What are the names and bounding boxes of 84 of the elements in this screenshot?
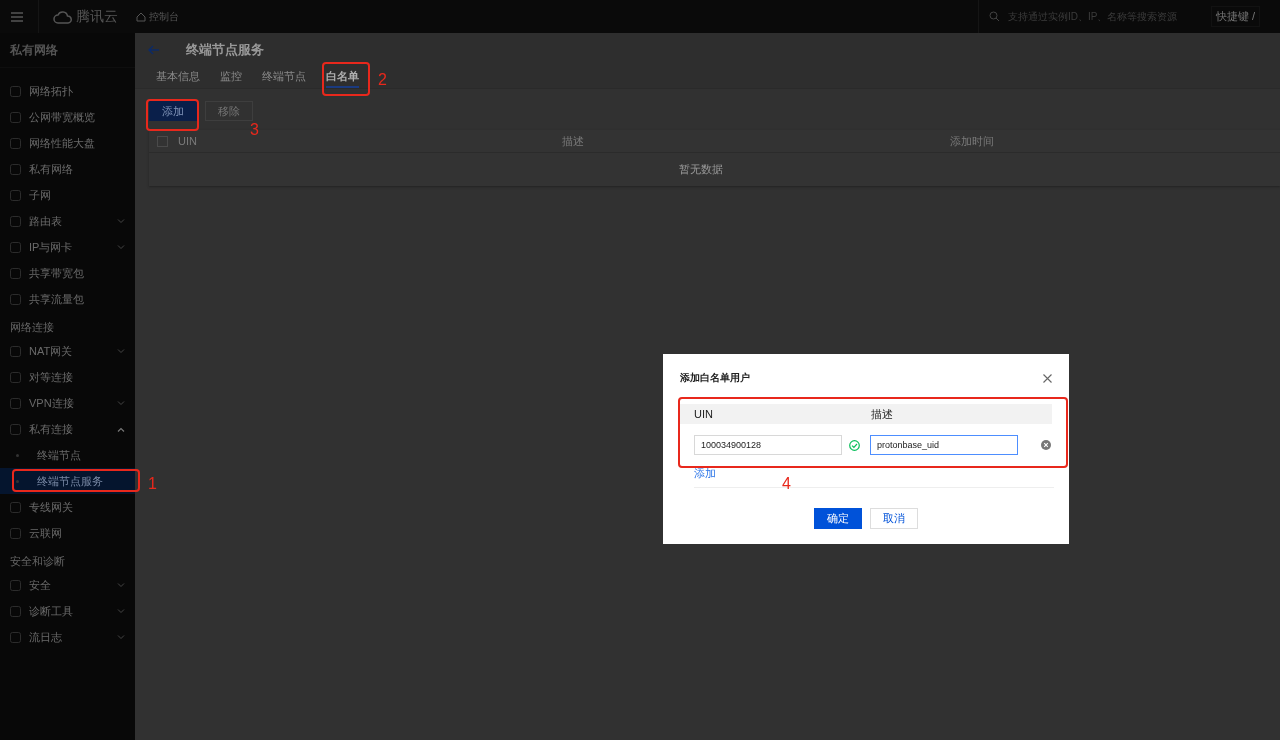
chevron-down-icon[interactable] [117,218,125,224]
chevron-down-icon[interactable] [117,348,125,354]
sidebar-item[interactable]: VPN连接 [0,390,135,416]
sidebar-item[interactable]: 专线网关 [0,494,135,520]
square-icon [10,605,21,617]
chevron-down-icon[interactable] [117,634,125,640]
chevron-down-icon[interactable] [117,582,125,588]
bullet-icon [16,479,19,483]
cloud-icon [53,9,73,24]
logo-text: 腾讯云 [76,7,118,26]
highlight-frame [146,99,199,131]
chevron-down-icon[interactable] [117,608,125,614]
sidebar-subitem[interactable]: 终端节点 [0,442,135,468]
sidebar-item[interactable]: 安全 [0,572,135,598]
square-icon [10,137,21,149]
column-header: UIN [178,135,197,147]
shortcut-hint: 快捷键 / [1210,6,1260,27]
sidebar-item[interactable]: 私有网络 [0,156,135,182]
dialog-title: 添加白名单用户 [680,371,750,385]
menu-icon[interactable] [10,10,24,23]
sidebar-item[interactable]: NAT网关 [0,338,135,364]
column-header: 描述 [562,133,585,149]
uin-field[interactable]: 100034900128 [694,435,842,455]
remove-button[interactable]: 移除 [205,101,253,121]
sidebar-item[interactable]: 共享带宽包 [0,260,135,286]
square-icon [10,345,21,357]
close-icon[interactable] [1043,373,1052,383]
square-icon [10,631,21,643]
square-icon [10,527,21,539]
chevron-down-icon[interactable] [117,400,125,406]
sidebar-item[interactable]: 共享流量包 [0,286,135,312]
add-button[interactable]: 添加 [149,101,197,121]
chevron-up-icon[interactable] [117,426,125,432]
sidebar-item[interactable]: 公网带宽概览 [0,104,135,130]
add-link[interactable]: 添加 [680,466,716,481]
page-title: 终端节点服务 [186,40,264,59]
sidebar-item[interactable]: 云联网 [0,520,135,546]
back-arrow-icon[interactable] [148,44,160,55]
description-field[interactable]: protonbase_uid [870,435,1018,455]
highlight-frame [322,62,370,96]
step-number: 4 [782,476,791,492]
sidebar-item[interactable]: 对等连接 [0,364,135,390]
cancel-button[interactable]: 取消 [870,508,918,529]
sidebar-item[interactable]: 流日志 [0,624,135,650]
section-label: 安全和诊断 [9,554,66,569]
column-header: UIN [694,408,714,420]
step-number: 2 [378,72,387,88]
confirm-button[interactable]: 确定 [814,508,862,529]
tab[interactable]: 监控 [220,66,242,88]
column-header: 添加时间 [950,133,995,149]
section-label: 网络连接 [9,320,55,335]
square-icon [10,293,21,305]
sidebar-item[interactable]: IP与网卡 [0,234,135,260]
search-icon [988,11,1000,22]
square-icon [10,189,21,201]
square-icon [10,501,21,513]
square-icon [10,111,21,123]
sidebar-item[interactable]: 网络拓扑 [0,78,135,104]
square-icon [10,267,21,279]
home-icon [136,11,146,22]
square-icon [10,85,21,97]
square-icon [10,423,21,435]
square-icon [10,241,21,253]
square-icon [10,579,21,591]
step-number: 3 [250,122,259,138]
square-icon [10,397,21,409]
bullet-icon [16,453,19,457]
tab[interactable]: 终端节点 [262,66,306,88]
empty-message: 暂无数据 [677,162,724,177]
step-number: 1 [148,476,157,492]
tab[interactable]: 基本信息 [156,66,200,88]
square-icon [10,215,21,227]
sidebar-item[interactable]: 诊断工具 [0,598,135,624]
remove-circle-icon[interactable] [1041,440,1051,450]
sidebar-item[interactable]: 私有连接 [0,416,135,442]
console-link[interactable]: 控制台 [136,9,179,24]
sidebar-item[interactable]: 子网 [0,182,135,208]
chevron-down-icon[interactable] [117,244,125,250]
square-icon [10,163,21,175]
sidebar-item[interactable]: 路由表 [0,208,135,234]
sidebar-item[interactable]: 网络性能大盘 [0,130,135,156]
tab[interactable]: 白名单 [326,66,359,88]
column-header: 描述 [871,406,894,422]
square-icon [10,371,21,383]
